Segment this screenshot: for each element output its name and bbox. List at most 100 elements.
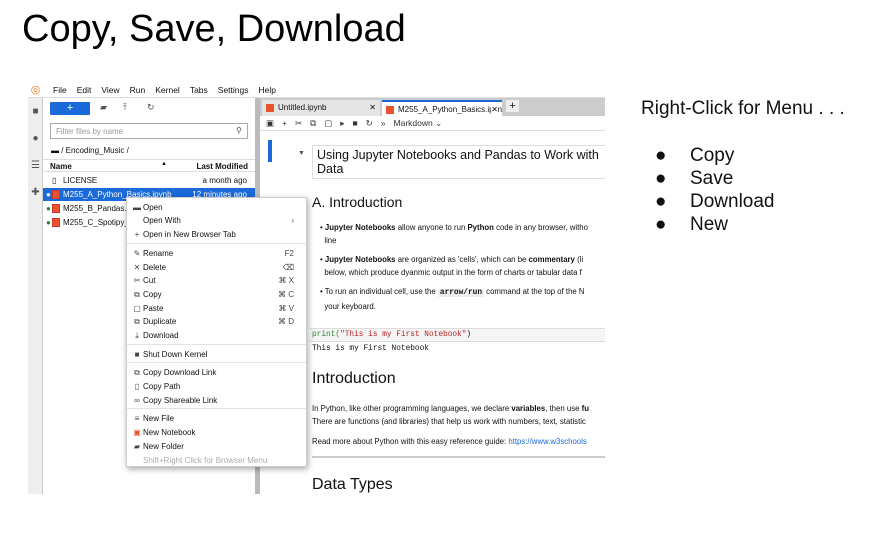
jupyterlab-window: ◎ File Edit View Run Kernel Tabs Setting… <box>28 82 605 494</box>
code-cell[interactable]: print("This is my First Notebook") <box>310 328 605 342</box>
file-row[interactable]: ▯ LICENSE a month ago <box>43 174 255 187</box>
shortcut-label: ⌘ C <box>278 290 294 299</box>
menu-item-new-folder[interactable]: ▰ New Folder <box>127 440 306 453</box>
menu-item-rename[interactable]: ✎ Rename F2 <box>127 247 306 260</box>
menu-item-download[interactable]: ⤓ Download <box>127 329 306 342</box>
breadcrumb-path: / Encoding_Music / <box>61 146 129 155</box>
menu-edit[interactable]: Edit <box>77 85 92 95</box>
collapse-caret-icon[interactable]: ▼ <box>298 150 305 157</box>
new-tab-icon[interactable]: + <box>506 100 519 112</box>
menu-item-label: Cut <box>143 276 156 285</box>
menu-item-open[interactable]: ▬ Open <box>127 201 306 214</box>
section-heading: A. Introduction <box>312 194 403 210</box>
slide-title: Copy, Save, Download <box>22 8 406 50</box>
note-bullet: ● Download <box>655 191 775 212</box>
cell-type-value: Markdown <box>393 117 433 128</box>
menu-item-open-in-new-browser-tab[interactable]: + Open in New Browser Tab <box>127 228 306 241</box>
menu-item-copy-path[interactable]: ▯ Copy Path <box>127 380 306 393</box>
download-icon: ⤓ <box>135 331 139 340</box>
menu-item-copy-shareable-link[interactable]: ∞ Copy Shareable Link <box>127 394 306 407</box>
reference-link[interactable]: https://www.w3schools <box>508 437 586 446</box>
active-cell-indicator <box>268 140 272 162</box>
close-icon[interactable]: ✕ <box>491 102 498 116</box>
extension-icon[interactable]: ✚ <box>28 187 43 198</box>
copy-icon: ⧉ <box>134 368 140 377</box>
refresh-icon[interactable]: ↻ <box>147 102 155 113</box>
menu-separator <box>127 243 306 244</box>
menu-settings[interactable]: Settings <box>218 85 249 95</box>
shortcut-label: F2 <box>284 249 294 258</box>
restart-icon[interactable]: ↻ <box>366 118 373 129</box>
menu-item-new-notebook[interactable]: ▣ New Notebook <box>127 426 306 439</box>
paste-icon[interactable]: ▢ <box>324 118 332 129</box>
menu-item-label: Copy <box>143 290 162 299</box>
note-bullet: ● Copy <box>655 145 735 166</box>
col-name[interactable]: Name <box>50 162 72 171</box>
menu-run[interactable]: Run <box>130 85 146 95</box>
plus-icon: + <box>134 230 140 239</box>
folder-icon: ▬ <box>133 203 141 212</box>
menu-item-label: Delete <box>143 263 167 272</box>
menu-item-label: New Folder <box>143 442 184 451</box>
new-folder-icon[interactable]: ▰ <box>100 102 107 113</box>
tab-untitled[interactable]: Untitled.ipynb ✕ <box>262 100 380 116</box>
menu-tabs[interactable]: Tabs <box>190 85 208 95</box>
copy-icon[interactable]: ⧉ <box>310 118 316 129</box>
text-file-icon: ≡ <box>134 414 140 423</box>
context-menu: ▬ Open Open With › + Open in New Browser Tab ✎… <box>126 197 307 467</box>
menu-item-shut-down-kernel[interactable]: ■ Shut Down Kernel <box>127 348 306 361</box>
close-icon[interactable]: ✕ <box>369 100 376 116</box>
notebook-icon <box>52 218 60 227</box>
col-modified[interactable]: Last Modified <box>196 162 248 171</box>
notebook-panel: Untitled.ipynb ✕ M255_A_Python_Basics.ipy… <box>260 98 605 494</box>
menu-item-copy[interactable]: ⧉ Copy ⌘ C <box>127 288 306 301</box>
upload-icon[interactable]: ⤒ <box>123 102 127 113</box>
cell-type-select[interactable]: Markdown ⌄ <box>394 118 443 129</box>
menu-kernel[interactable]: Kernel <box>155 85 180 95</box>
breadcrumb[interactable]: ▬ / Encoding_Music / <box>51 146 129 155</box>
new-launcher-button[interactable]: + <box>50 102 90 115</box>
menu-item-duplicate[interactable]: ⧉ Duplicate ⌘ D <box>127 315 306 328</box>
jupyter-logo-icon: ◎ <box>30 84 41 96</box>
shortcut-label: ⌘ V <box>278 304 294 313</box>
divider <box>312 456 605 458</box>
chevron-right-icon: › <box>291 216 294 225</box>
duplicate-icon: ⧉ <box>134 317 140 326</box>
toc-icon[interactable]: ☰ <box>28 160 43 171</box>
running-dot-icon: ● <box>46 204 51 213</box>
menu-item-shift-right-click-for-browser-menu: Shift+Right Click for Browser Menu <box>127 454 306 467</box>
menu-view[interactable]: View <box>101 85 119 95</box>
notes-heading: Right-Click for Menu . . . <box>641 98 845 119</box>
cut-icon[interactable]: ✂ <box>295 118 302 129</box>
filter-input[interactable]: Filter files by name <box>50 123 248 139</box>
folder-icon: ▬ <box>51 146 62 155</box>
menu-item-label: Copy Shareable Link <box>143 396 218 405</box>
fast-forward-icon[interactable]: » <box>381 118 386 128</box>
add-cell-icon[interactable]: + <box>282 118 287 128</box>
tab-python-basics[interactable]: M255_A_Python_Basics.ipynb ✕ <box>382 100 502 116</box>
menu-item-delete[interactable]: ✕ Delete ⌫ <box>127 261 306 274</box>
menu-item-open-with[interactable]: Open With › <box>127 214 306 227</box>
folder-icon[interactable]: ■ <box>28 106 43 117</box>
run-icon[interactable]: ▸ <box>340 118 344 129</box>
close-icon: ✕ <box>133 263 141 272</box>
chevron-down-icon: ⌄ <box>435 117 443 128</box>
pencil-icon: ✎ <box>133 249 141 258</box>
menu-item-copy-download-link[interactable]: ⧉ Copy Download Link <box>127 366 306 379</box>
bullet-1: • Jupyter Notebooks allow anyone to run … <box>320 223 588 245</box>
notebook-icon <box>52 204 60 213</box>
menu-item-label: Copy Path <box>143 382 181 391</box>
menu-item-new-file[interactable]: ≡ New File <box>127 412 306 425</box>
menu-item-cut[interactable]: ✂ Cut ⌘ X <box>127 274 306 287</box>
menu-file[interactable]: File <box>53 85 67 95</box>
menu-item-paste[interactable]: ▢ Paste ⌘ V <box>127 302 306 315</box>
stop-icon[interactable]: ■ <box>353 118 358 128</box>
menu-help[interactable]: Help <box>259 85 276 95</box>
menu-item-label: Duplicate <box>143 317 177 326</box>
save-icon[interactable]: ▣ <box>266 118 274 129</box>
menu-separator <box>127 362 306 363</box>
notebook-title-cell[interactable]: Using Jupyter Notebooks and Pandas to Wo… <box>312 145 605 179</box>
notebook-icon: ▣ <box>133 428 141 437</box>
running-icon[interactable]: ● <box>28 133 43 144</box>
notebook-icon <box>386 106 394 114</box>
